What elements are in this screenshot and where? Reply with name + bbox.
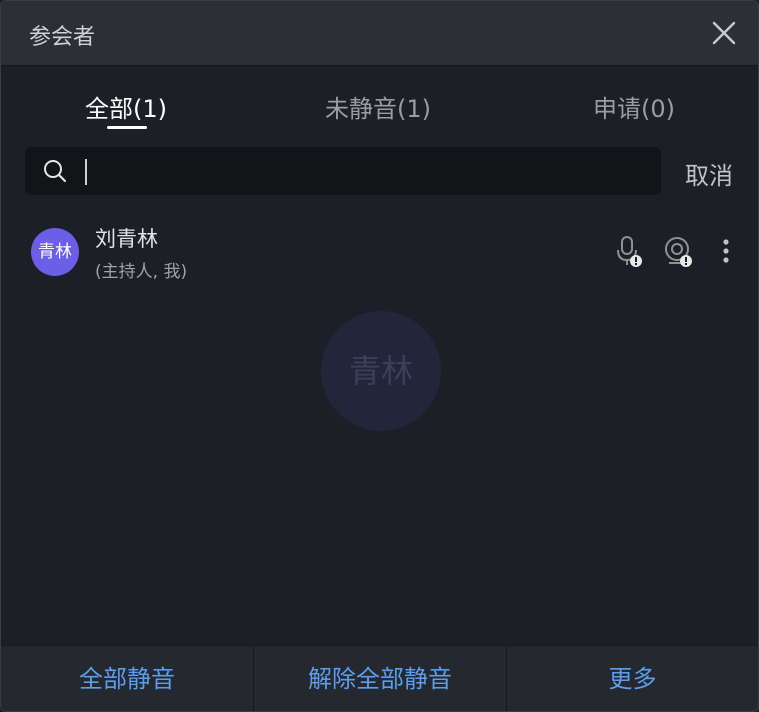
tab-requests[interactable]: 申请(0) [593,89,675,124]
participant-name: 刘青林 [95,227,158,251]
participant-role: (主持人, 我) [95,262,188,282]
mic-warning-icon[interactable] [613,235,643,269]
title-bar: 参会者 [1,1,758,66]
footer-bar: 全部静音 解除全部静音 更多 [1,645,758,711]
search-icon [43,159,67,183]
tab-unmuted[interactable]: 未静音(1) [325,89,431,124]
tab-all[interactable]: 全部(1) [85,89,167,124]
more-vertical-icon[interactable] [715,235,737,269]
active-tab-indicator [107,126,147,129]
window-title: 参会者 [29,25,96,50]
close-icon[interactable] [710,19,738,47]
mute-all-button[interactable]: 全部静音 [1,646,253,711]
camera-warning-icon[interactable] [663,235,693,269]
background-avatar: 青林 [321,311,441,431]
text-caret [85,159,87,185]
more-button[interactable]: 更多 [507,646,758,711]
avatar: 青林 [31,228,79,276]
tab-bar: 全部(1) 未静音(1) 申请(0) [1,65,758,135]
participants-window: 参会者 全部(1) 未静音(1) 申请(0) 取消 青林 刘青林 (主持人, 我… [0,0,759,712]
unmute-all-button[interactable]: 解除全部静音 [254,646,506,711]
search-input[interactable] [83,155,645,187]
search-box [25,147,661,195]
cancel-button[interactable]: 取消 [685,156,733,191]
participant-row[interactable]: 青林 刘青林 (主持人, 我) [1,215,758,289]
